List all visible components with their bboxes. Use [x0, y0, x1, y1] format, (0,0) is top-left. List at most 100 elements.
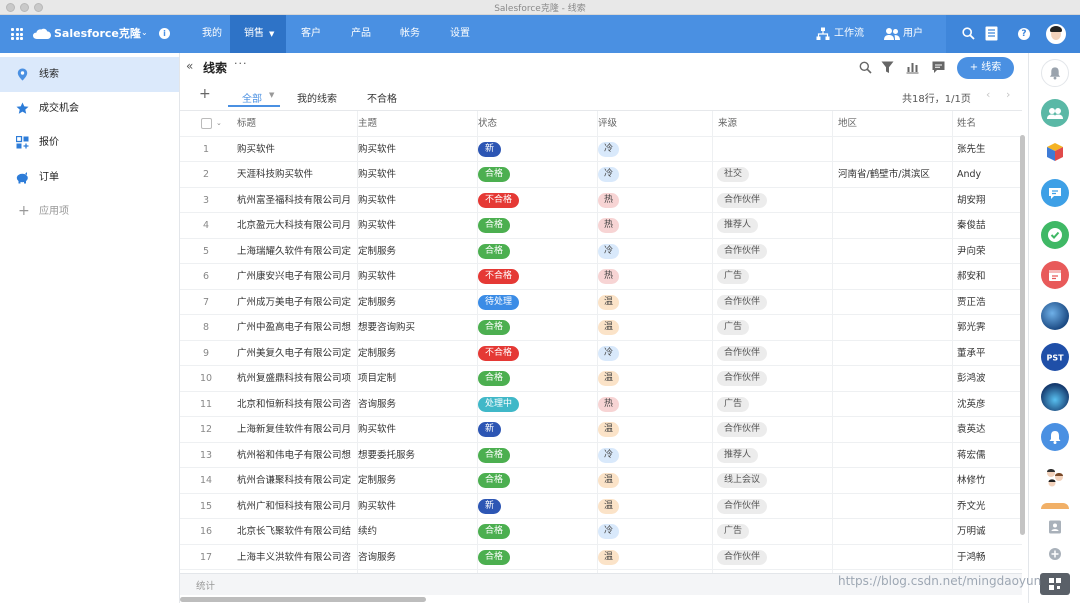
footer-summary-label: 统计 — [196, 581, 216, 592]
rail-qr-icon[interactable] — [1040, 573, 1070, 595]
filter-icon[interactable] — [881, 61, 894, 74]
cell-title[interactable]: 杭州合谦聚科技有限公司定 — [237, 468, 355, 493]
notes-icon[interactable] — [985, 26, 998, 41]
table-row[interactable]: 7 广州成万美电子有限公司定 定制服务 待处理 温 合作伙伴 贾正浩 — [180, 290, 1022, 315]
cell-status: 处理中 — [478, 392, 520, 417]
sidebar-item-opportunities[interactable]: 成交机会 — [0, 91, 179, 126]
column-header-region[interactable]: 地区 — [838, 111, 857, 136]
rail-alert-bell-icon[interactable] — [1041, 423, 1069, 451]
cell-title[interactable]: 广州中盈高电子有限公司想 — [237, 315, 355, 340]
comment-icon[interactable] — [932, 61, 945, 74]
sidebar-item-leads[interactable]: 线索 — [0, 57, 179, 92]
vertical-scrollbar[interactable] — [1020, 135, 1025, 535]
cell-title[interactable]: 杭州裕和伟电子有限公司想 — [237, 443, 355, 468]
table-row[interactable]: 15 杭州广和恒科技有限公司月 购买软件 新 温 合作伙伴 乔文光 — [180, 494, 1022, 519]
rail-globe-app-icon[interactable] — [1041, 302, 1069, 330]
table-row[interactable]: 3 杭州富圣福科技有限公司月 购买软件 不合格 热 合作伙伴 胡安翔 — [180, 188, 1022, 213]
tab-my-leads[interactable]: 我的线索 — [297, 90, 337, 105]
cell-status: 合格 — [478, 468, 511, 493]
rail-notification-bell-icon[interactable] — [1041, 59, 1069, 87]
workflow-link[interactable]: 工作流 — [834, 15, 864, 53]
cell-title[interactable]: 购买软件 — [237, 137, 355, 162]
select-chevron-down-icon[interactable]: ⌄ — [216, 111, 222, 136]
rail-cube-app-icon[interactable] — [1041, 138, 1069, 166]
rail-contacts-icon[interactable] — [1041, 99, 1069, 127]
cell-title[interactable]: 天涯科技购买软件 — [237, 162, 355, 187]
column-header-name[interactable]: 姓名 — [957, 111, 976, 136]
prev-page-chevron-left-icon[interactable]: ‹ — [986, 88, 990, 101]
rail-pst-app-icon[interactable]: PST — [1041, 343, 1069, 371]
column-header-source[interactable]: 来源 — [718, 111, 737, 136]
table-row[interactable]: 17 上海丰义洪软件有限公司咨 咨询服务 合格 温 合作伙伴 于鸿畅 — [180, 545, 1022, 570]
more-options-icon[interactable]: ··· — [234, 57, 248, 70]
cell-title[interactable]: 上海丰义洪软件有限公司咨 — [237, 545, 355, 570]
rail-contact-card-icon[interactable] — [1048, 520, 1062, 534]
tab-all-caret-down-icon[interactable]: ▼ — [269, 91, 274, 99]
table-row[interactable]: 6 广州康安兴电子有限公司月 购买软件 不合格 热 广告 郝安和 — [180, 264, 1022, 290]
cell-title[interactable]: 广州美复久电子有限公司定 — [237, 341, 355, 366]
nav-item-settings[interactable]: 设置 — [450, 15, 470, 53]
sidebar-item-quotes[interactable]: 报价 — [0, 125, 179, 160]
users-link[interactable]: 用户 — [903, 15, 923, 53]
cell-title[interactable]: 广州成万美电子有限公司定 — [237, 290, 355, 315]
bar-chart-icon[interactable] — [906, 61, 919, 74]
rail-partial-app-icon[interactable] — [1041, 503, 1069, 509]
cell-title[interactable]: 北京盈元大科技有限公司月 — [237, 213, 355, 238]
cell-title[interactable]: 杭州广和恒科技有限公司月 — [237, 494, 355, 519]
column-header-topic[interactable]: 主题 — [358, 111, 377, 136]
search-icon[interactable] — [962, 27, 975, 40]
nav-item-customers[interactable]: 客户 — [301, 15, 321, 53]
nav-item-mine[interactable]: 我的 — [195, 15, 229, 53]
column-header-title[interactable]: 标题 — [237, 111, 256, 136]
cell-title[interactable]: 杭州富圣福科技有限公司月 — [237, 188, 355, 213]
rail-calendar-icon[interactable] — [1041, 261, 1069, 289]
add-view-icon[interactable]: + — [199, 86, 211, 102]
tab-all[interactable]: 全部 — [242, 90, 262, 105]
tab-unqualified[interactable]: 不合格 — [367, 90, 397, 105]
nav-item-accounts[interactable]: 帐务 — [400, 15, 420, 53]
rail-tasks-check-icon[interactable] — [1041, 221, 1069, 249]
sidebar-item-add-app[interactable]: + 应用项 — [0, 194, 179, 229]
brand-chevron-down-icon[interactable]: ⌄ — [141, 28, 148, 37]
rail-chat-icon[interactable] — [1041, 179, 1069, 207]
cell-title[interactable]: 广州康安兴电子有限公司月 — [237, 264, 355, 289]
table-row[interactable]: 5 上海瑞耀久软件有限公司定 定制服务 合格 冷 合作伙伴 尹向荣 — [180, 239, 1022, 264]
select-all-checkbox[interactable] — [201, 118, 212, 129]
sidebar-item-orders[interactable]: 订单 — [0, 160, 179, 195]
table-row[interactable]: 16 北京长飞聚软件有限公司结 续约 合格 冷 广告 万明诚 — [180, 519, 1022, 545]
table-row[interactable]: 2 天涯科技购买软件 购买软件 合格 冷 社交 河南省/鹤壁市/淇滨区 Andy — [180, 162, 1022, 188]
nav-item-products[interactable]: 产品 — [351, 15, 371, 53]
table-row[interactable]: 12 上海新复佳软件有限公司月 购买软件 新 温 合作伙伴 袁英达 — [180, 417, 1022, 443]
horizontal-scrollbar[interactable] — [180, 597, 426, 602]
cell-title[interactable]: 北京和恒新科技有限公司咨 — [237, 392, 355, 417]
next-page-chevron-right-icon[interactable]: › — [1006, 88, 1010, 101]
rating-badge: 热 — [598, 192, 620, 208]
rail-team-avatars-icon[interactable] — [1041, 463, 1069, 491]
table-row[interactable]: 13 杭州裕和伟电子有限公司想 想要委托服务 合格 冷 推荐人 蒋宏儒 — [180, 443, 1022, 468]
cell-title[interactable]: 上海瑞耀久软件有限公司定 — [237, 239, 355, 264]
cell-title[interactable]: 北京长飞聚软件有限公司结 — [237, 519, 355, 544]
cell-status: 合格 — [478, 545, 511, 570]
collapse-sidebar-icon[interactable]: « — [186, 59, 193, 73]
app-brand[interactable]: Salesforce克隆 — [54, 15, 141, 53]
table-row[interactable]: 14 杭州合谦聚科技有限公司定 定制服务 合格 温 线上会议 林修竹 — [180, 468, 1022, 494]
table-row[interactable]: 4 北京盈元大科技有限公司月 购买软件 合格 热 推荐人 秦俊喆 — [180, 213, 1022, 239]
cell-title[interactable]: 上海新复佳软件有限公司月 — [237, 417, 355, 442]
column-header-rating[interactable]: 评级 — [598, 111, 617, 136]
nav-item-sales[interactable]: 销售 ▼ — [230, 15, 286, 53]
table-row[interactable]: 10 杭州复盛鼎科技有限公司项 项目定制 合格 温 合作伙伴 彭鸿波 — [180, 366, 1022, 392]
table-row[interactable]: 1 购买软件 购买软件 新 冷 张先生 — [180, 137, 1022, 162]
table-row[interactable]: 9 广州美复久电子有限公司定 定制服务 不合格 冷 合作伙伴 董承平 — [180, 341, 1022, 366]
column-header-status[interactable]: 状态 — [478, 111, 497, 136]
cell-title[interactable]: 杭州复盛鼎科技有限公司项 — [237, 366, 355, 391]
rail-add-icon[interactable] — [1048, 547, 1062, 561]
app-grid-icon[interactable] — [11, 28, 23, 40]
help-icon[interactable]: ? — [1018, 28, 1030, 40]
user-avatar[interactable] — [1046, 24, 1066, 44]
table-row[interactable]: 8 广州中盈高电子有限公司想 想要咨询购买 合格 温 广告 郭光霁 — [180, 315, 1022, 341]
rail-city-app-icon[interactable] — [1041, 383, 1069, 411]
search-icon[interactable] — [859, 61, 872, 74]
info-icon[interactable]: i — [159, 28, 170, 39]
new-lead-button[interactable]: + 线索 — [957, 57, 1014, 79]
table-row[interactable]: 11 北京和恒新科技有限公司咨 咨询服务 处理中 热 广告 沈英彦 — [180, 392, 1022, 417]
